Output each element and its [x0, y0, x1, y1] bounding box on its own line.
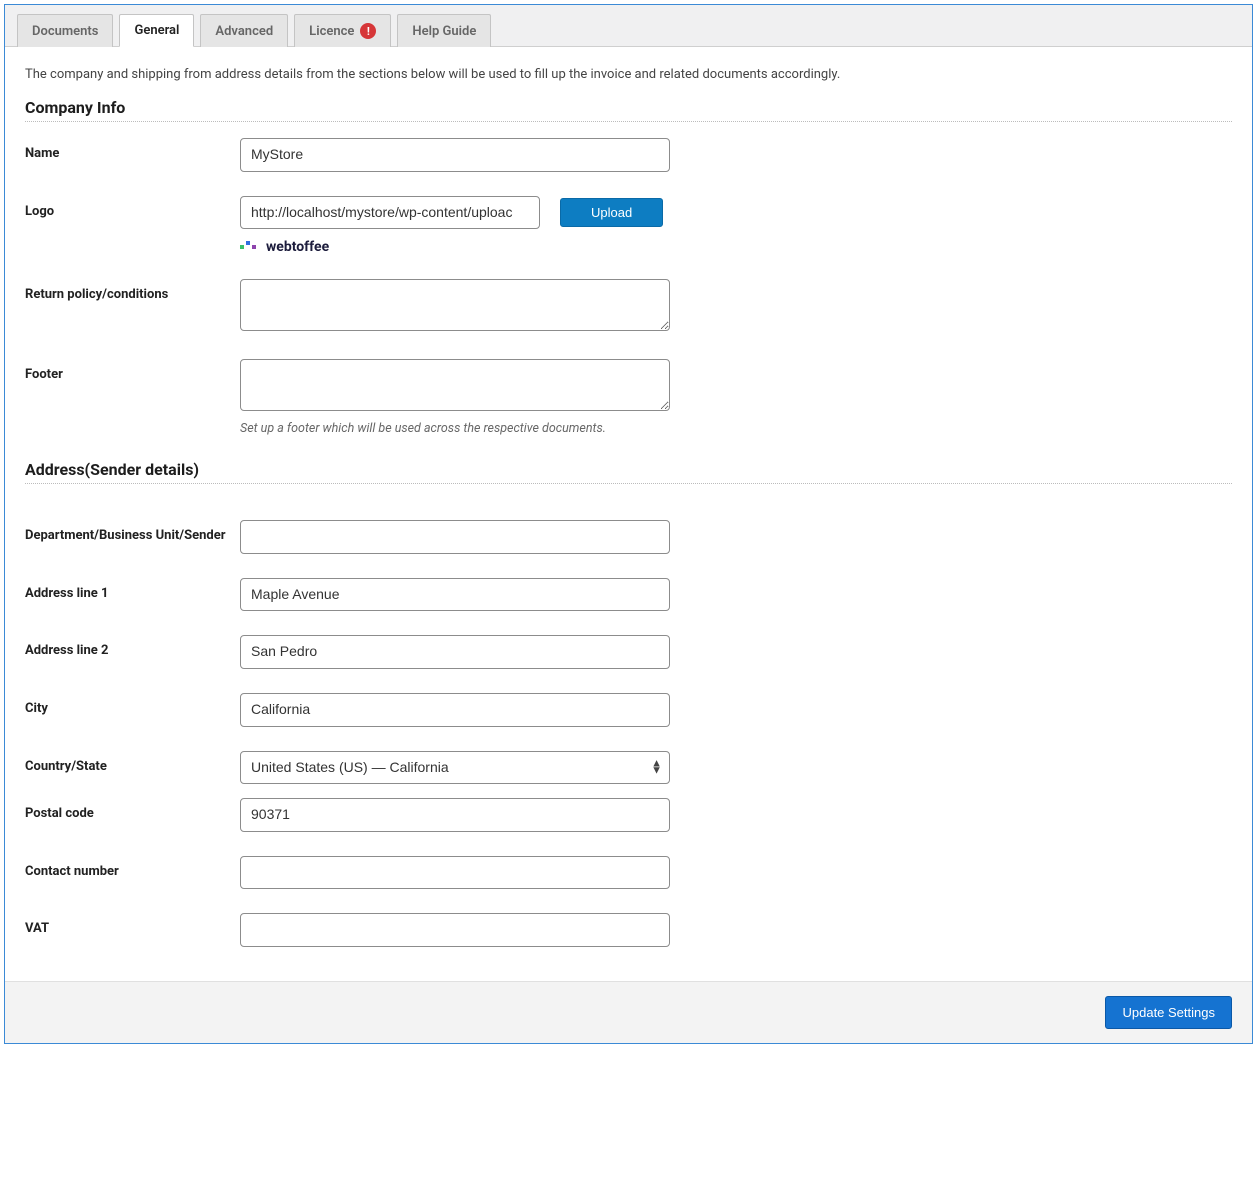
label-logo: Logo [25, 196, 240, 219]
city-input[interactable] [240, 693, 670, 727]
label-city: City [25, 693, 240, 716]
tab-content: The company and shipping from address de… [5, 47, 1252, 981]
label-department: Department/Business Unit/Sender [25, 520, 240, 543]
tab-licence[interactable]: Licence ! [294, 14, 391, 47]
postal-input[interactable] [240, 798, 670, 832]
label-name: Name [25, 138, 240, 161]
label-return-policy: Return policy/conditions [25, 279, 240, 302]
return-policy-input[interactable] [240, 279, 670, 331]
label-postal: Postal code [25, 798, 240, 821]
footer-input[interactable] [240, 359, 670, 411]
logo-preview: webtoffee [240, 239, 670, 255]
update-settings-button[interactable]: Update Settings [1105, 996, 1232, 1029]
logo-mark-icon [240, 239, 264, 255]
label-address1: Address line 1 [25, 578, 240, 601]
contact-input[interactable] [240, 856, 670, 890]
address2-input[interactable] [240, 635, 670, 669]
alert-icon: ! [360, 23, 376, 39]
department-input[interactable] [240, 520, 670, 554]
label-footer: Footer [25, 359, 240, 382]
footer-help-text: Set up a footer which will be used acros… [240, 421, 670, 436]
tab-advanced[interactable]: Advanced [200, 14, 288, 47]
footer-bar: Update Settings [5, 981, 1252, 1043]
vat-input[interactable] [240, 913, 670, 947]
label-country: Country/State [25, 751, 240, 774]
upload-button[interactable]: Upload [560, 198, 663, 227]
tab-bar: Documents General Advanced Licence ! Hel… [5, 5, 1252, 47]
tab-licence-label: Licence [309, 24, 354, 39]
divider [25, 121, 1232, 122]
label-vat: VAT [25, 913, 240, 936]
tab-help-guide[interactable]: Help Guide [397, 14, 491, 47]
tab-general[interactable]: General [119, 14, 194, 47]
settings-panel: Documents General Advanced Licence ! Hel… [4, 4, 1253, 1044]
label-contact: Contact number [25, 856, 240, 879]
divider [25, 483, 1232, 484]
name-input[interactable] [240, 138, 670, 172]
tab-documents[interactable]: Documents [17, 14, 113, 47]
logo-preview-text: webtoffee [266, 239, 329, 255]
label-address2: Address line 2 [25, 635, 240, 658]
intro-text: The company and shipping from address de… [25, 67, 1232, 82]
section-address: Address(Sender details) [25, 460, 1232, 479]
logo-url-input[interactable] [240, 196, 540, 230]
section-company-info: Company Info [25, 98, 1232, 117]
country-select[interactable]: United States (US) — California [240, 751, 670, 785]
address1-input[interactable] [240, 578, 670, 612]
